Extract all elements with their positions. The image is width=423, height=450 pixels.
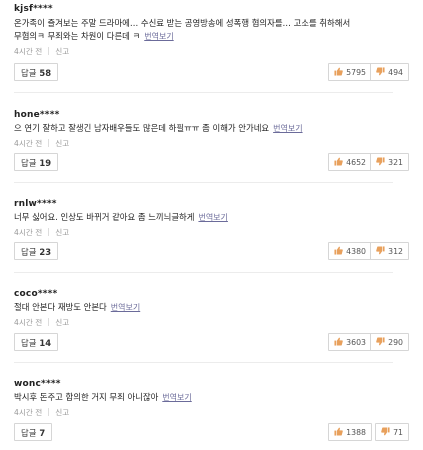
translate-link[interactable]: 번역보기 (144, 32, 173, 41)
thumbs-down-icon (376, 337, 385, 346)
comment-meta: 4시간 전 신고 (14, 46, 69, 57)
like-button[interactable]: 4652 (328, 153, 372, 171)
like-count: 3603 (346, 338, 366, 347)
reply-button[interactable]: 답글 58 (14, 63, 59, 81)
dislike-count: 290 (388, 338, 403, 347)
reply-label: 답글 (21, 428, 37, 438)
comment-username[interactable]: hone**** (14, 110, 60, 120)
reply-count: 19 (39, 158, 52, 168)
comment-body: 너무 싫어요. 인상도 바뀌거 같아요 좀 느끼늬글하게 번역보기 (14, 211, 354, 224)
dislike-button[interactable]: 71 (375, 423, 409, 441)
comment-time: 4시간 전 (14, 408, 43, 417)
thumbs-up-icon (334, 246, 343, 255)
thumbs-down-icon (381, 427, 390, 436)
reply-label: 답글 (21, 68, 37, 78)
like-button[interactable]: 1388 (328, 423, 372, 441)
dislike-count: 71 (393, 428, 403, 437)
comment-meta: 4시간 전 신고 (14, 227, 69, 238)
comment-divider (14, 362, 393, 363)
meta-divider (48, 318, 50, 326)
reply-button[interactable]: 답글 19 (14, 153, 59, 171)
comment-text: 온가족이 즐겨보는 주말 드라마에… 수신료 받는 공영방송에 성폭행 혐의자를… (14, 18, 351, 41)
like-count: 5795 (346, 68, 366, 77)
dislike-button[interactable]: 312 (370, 242, 409, 260)
thumbs-up-icon (334, 337, 343, 346)
translate-link[interactable]: 번역보기 (111, 303, 140, 312)
translate-link[interactable]: 번역보기 (273, 124, 302, 133)
reply-label: 답글 (21, 247, 37, 257)
comment-meta: 4시간 전 신고 (14, 138, 69, 149)
comment-list: kjsf**** 온가족이 즐겨보는 주말 드라마에… 수신료 받는 공영방송에… (0, 0, 423, 450)
comment-time: 4시간 전 (14, 318, 43, 327)
report-link[interactable]: 신고 (55, 47, 69, 56)
dislike-button[interactable]: 290 (370, 333, 409, 351)
meta-divider (48, 408, 50, 416)
dislike-count: 321 (388, 158, 403, 167)
comment-body: 절대 안본다 재방도 안본다 번역보기 (14, 301, 354, 314)
report-link[interactable]: 신고 (55, 318, 69, 327)
comment-divider (14, 182, 393, 183)
like-count: 4652 (346, 158, 366, 167)
translate-link[interactable]: 번역보기 (162, 393, 191, 402)
comment-divider (14, 92, 393, 93)
comment-username[interactable]: wonc**** (14, 379, 61, 389)
like-count: 4380 (346, 247, 366, 256)
comment-body: 으 연기 잘하고 잘생긴 남자배우들도 많은데 하필ㅠㅠ 좀 이해가 안가네요 번… (14, 122, 354, 135)
reply-button[interactable]: 답글 7 (14, 423, 53, 441)
comment-time: 4시간 전 (14, 47, 43, 56)
report-link[interactable]: 신고 (55, 408, 69, 417)
thumbs-up-icon (334, 157, 343, 166)
reply-button[interactable]: 답글 14 (14, 333, 59, 351)
like-button[interactable]: 3603 (328, 333, 372, 351)
comment-text: 절대 안본다 재방도 안본다 (14, 302, 107, 312)
dislike-count: 312 (388, 247, 403, 256)
comment-meta: 4시간 전 신고 (14, 317, 69, 328)
comment-username[interactable]: coco**** (14, 289, 57, 299)
meta-divider (48, 139, 50, 147)
thumbs-up-icon (334, 67, 343, 76)
comment-body: 온가족이 즐겨보는 주말 드라마에… 수신료 받는 공영방송에 성폭행 혐의자를… (14, 17, 354, 43)
comment-time: 4시간 전 (14, 139, 43, 148)
comment-text: 으 연기 잘하고 잘생긴 남자배우들도 많은데 하필ㅠㅠ 좀 이해가 안가네요 (14, 123, 270, 133)
meta-divider (48, 47, 50, 55)
dislike-button[interactable]: 494 (370, 63, 409, 81)
reply-label: 답글 (21, 338, 37, 348)
reply-label: 답글 (21, 158, 37, 168)
comment-username[interactable]: rnlw**** (14, 199, 57, 209)
comment-username[interactable]: kjsf**** (14, 4, 53, 14)
translate-link[interactable]: 번역보기 (198, 213, 227, 222)
thumbs-down-icon (376, 246, 385, 255)
reply-count: 58 (39, 68, 52, 78)
comment-text: 너무 싫어요. 인상도 바뀌거 같아요 좀 느끼늬글하게 (14, 212, 195, 222)
comment-body: 박시후 돈주고 합의한 거지 무죄 아니잖아 번역보기 (14, 391, 354, 404)
comment-meta: 4시간 전 신고 (14, 407, 69, 418)
comment-time: 4시간 전 (14, 228, 43, 237)
comment-text: 박시후 돈주고 합의한 거지 무죄 아니잖아 (14, 392, 159, 402)
thumbs-up-icon (334, 427, 343, 436)
like-count: 1388 (346, 428, 366, 437)
like-button[interactable]: 4380 (328, 242, 372, 260)
thumbs-down-icon (376, 67, 385, 76)
reply-count: 7 (39, 428, 46, 438)
dislike-button[interactable]: 321 (370, 153, 409, 171)
report-link[interactable]: 신고 (55, 139, 69, 148)
report-link[interactable]: 신고 (55, 228, 69, 237)
thumbs-down-icon (376, 157, 385, 166)
like-button[interactable]: 5795 (328, 63, 372, 81)
meta-divider (48, 228, 50, 236)
reply-count: 14 (39, 338, 52, 348)
dislike-count: 494 (388, 68, 403, 77)
reply-button[interactable]: 답글 23 (14, 242, 59, 260)
reply-count: 23 (39, 247, 52, 257)
comment-divider (14, 272, 393, 273)
